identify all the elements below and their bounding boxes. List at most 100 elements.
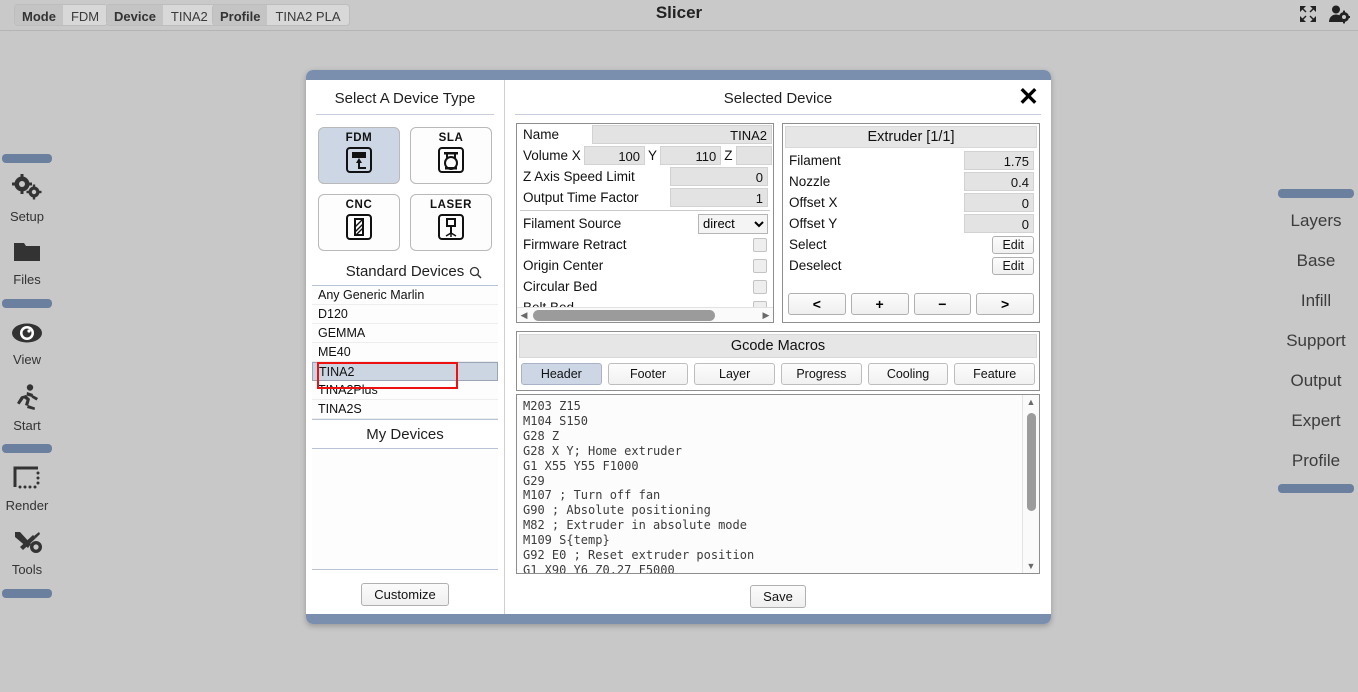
volume-x-field[interactable]: 100 [584, 146, 645, 165]
offset-y-field[interactable]: 0 [964, 214, 1034, 233]
sidebar-item-infill[interactable]: Infill [1274, 281, 1358, 321]
gcode-tab-footer[interactable]: Footer [608, 363, 689, 385]
sidebar-item-view[interactable]: View [0, 312, 54, 376]
z-speed-field[interactable]: 0 [670, 167, 768, 186]
name-row: Name TINA2 [517, 124, 773, 145]
sidebar-item-expert[interactable]: Expert [1274, 401, 1358, 441]
sidebar-item-start[interactable]: Start [0, 376, 54, 440]
device-type-fdm[interactable]: FDM [318, 127, 400, 184]
name-field[interactable]: TINA2 [592, 125, 772, 144]
select-device-type-title: Select A Device Type [306, 80, 504, 114]
select-edit-button[interactable]: Edit [992, 236, 1034, 254]
device-list-item[interactable]: TINA2 [312, 362, 498, 381]
gcode-tab-progress[interactable]: Progress [781, 363, 862, 385]
gcode-tab-layer[interactable]: Layer [694, 363, 775, 385]
sidebar-item-output[interactable]: Output [1274, 361, 1358, 401]
standard-devices-list[interactable]: Any Generic MarlinD120GEMMAME40TINA2TINA… [312, 285, 498, 420]
name-label: Name [518, 127, 592, 142]
firmware-retract-checkbox[interactable] [753, 238, 767, 252]
sidebar-item-files[interactable]: Files [0, 231, 54, 295]
sidebar-label-tools: Tools [12, 562, 42, 577]
volume-row: Volume X 100 Y 110 Z [517, 145, 773, 166]
scroll-thumb[interactable] [533, 310, 715, 321]
filament-field[interactable]: 1.75 [964, 151, 1034, 170]
device-list-item[interactable]: TINA2S [312, 400, 498, 419]
mode-value[interactable]: FDM [63, 5, 107, 25]
device-type-cnc[interactable]: CNC [318, 194, 400, 251]
customize-button[interactable]: Customize [361, 583, 448, 606]
device-type-sla[interactable]: SLA [410, 127, 492, 184]
gcode-tab-feature[interactable]: Feature [954, 363, 1035, 385]
search-icon[interactable] [469, 266, 482, 283]
scroll-right-icon[interactable]: ▶ [759, 310, 773, 321]
gcode-tab-cooling[interactable]: Cooling [868, 363, 949, 385]
circular-bed-checkbox[interactable] [753, 280, 767, 294]
circular-bed-row: Circular Bed [517, 276, 773, 297]
scroll-down-icon[interactable]: ▼ [1023, 559, 1039, 573]
mode-key: Mode [15, 5, 63, 25]
mode-selector[interactable]: Mode FDM [14, 4, 108, 26]
device-type-laser[interactable]: LASER [410, 194, 492, 251]
time-factor-label: Output Time Factor [518, 190, 670, 205]
scroll-track[interactable] [531, 310, 759, 321]
my-devices-list[interactable] [312, 448, 498, 570]
device-list-item[interactable]: ME40 [312, 343, 498, 362]
device-selector[interactable]: Device TINA2 [106, 4, 217, 26]
filament-source-select[interactable]: direct [698, 214, 768, 234]
offset-x-row: Offset X 0 [783, 192, 1039, 213]
properties-horizontal-scrollbar[interactable]: ◀ ▶ [517, 307, 773, 322]
nozzle-row: Nozzle 0.4 [783, 171, 1039, 192]
profile-value[interactable]: TINA2 PLA [267, 5, 348, 25]
sidebar-item-support[interactable]: Support [1274, 321, 1358, 361]
device-list-item[interactable]: D120 [312, 305, 498, 324]
nozzle-field[interactable]: 0.4 [964, 172, 1034, 191]
deselect-edit-button[interactable]: Edit [992, 257, 1034, 275]
nozzle-label: Nozzle [784, 174, 964, 189]
z-speed-row: Z Axis Speed Limit 0 [517, 166, 773, 187]
device-list-item[interactable]: GEMMA [312, 324, 498, 343]
scroll-left-icon[interactable]: ◀ [517, 310, 531, 321]
volume-z-field[interactable] [736, 146, 773, 165]
origin-center-checkbox[interactable] [753, 259, 767, 273]
firmware-retract-label: Firmware Retract [518, 237, 753, 252]
profile-selector[interactable]: Profile TINA2 PLA [212, 4, 350, 26]
prev-extruder-button[interactable]: < [788, 293, 846, 315]
time-factor-field[interactable]: 1 [670, 188, 768, 207]
extruder-box: Extruder [1/1] Filament 1.75 Nozzle 0.4 … [782, 123, 1040, 323]
gcode-editor[interactable]: M203 Z15 M104 S150 G28 Z G28 X Y; Home e… [516, 394, 1040, 574]
gcode-vertical-scrollbar[interactable]: ▲ ▼ [1022, 395, 1039, 573]
add-extruder-button[interactable]: + [851, 293, 909, 315]
scroll-up-icon[interactable]: ▲ [1023, 395, 1039, 409]
device-list-item[interactable]: Any Generic Marlin [312, 286, 498, 305]
sidebar-item-base[interactable]: Base [1274, 241, 1358, 281]
right-sidebar: Layers Base Infill Support Output Expert… [1274, 186, 1358, 496]
selected-device-pane: Selected Device ✕ Name TINA2 Volume X 10… [505, 80, 1051, 614]
fullscreen-icon[interactable] [1298, 4, 1318, 29]
sidebar-label-render: Render [6, 498, 49, 513]
sidebar-item-render[interactable]: Render [0, 457, 54, 521]
sidebar-item-tools[interactable]: Tools [0, 521, 54, 585]
user-settings-icon[interactable] [1328, 4, 1350, 29]
circular-bed-label: Circular Bed [518, 279, 753, 294]
sidebar-item-layers[interactable]: Layers [1274, 201, 1358, 241]
gcode-tab-header[interactable]: Header [521, 363, 602, 385]
gcode-text[interactable]: M203 Z15 M104 S150 G28 Z G28 X Y; Home e… [523, 399, 1017, 574]
sidebar-item-profile[interactable]: Profile [1274, 441, 1358, 481]
save-button[interactable]: Save [750, 585, 806, 608]
device-settings-dialog: Select A Device Type FDM SLA [306, 70, 1051, 624]
device-value[interactable]: TINA2 [163, 5, 216, 25]
sidebar-item-setup[interactable]: Setup [0, 167, 54, 231]
select-row: Select Edit [783, 234, 1039, 255]
device-list-item[interactable]: TINA2Plus [312, 381, 498, 400]
volume-label: Volume X [518, 148, 584, 163]
volume-y-field[interactable]: 110 [660, 146, 721, 165]
offset-x-field[interactable]: 0 [964, 193, 1034, 212]
close-icon[interactable]: ✕ [1018, 86, 1039, 108]
sla-printer-icon [436, 145, 466, 180]
rail-divider [1278, 189, 1354, 198]
volume-z-label: Z [721, 148, 735, 163]
tools-icon [11, 529, 43, 560]
remove-extruder-button[interactable]: − [914, 293, 972, 315]
scroll-thumb[interactable] [1027, 413, 1036, 511]
next-extruder-button[interactable]: > [976, 293, 1034, 315]
